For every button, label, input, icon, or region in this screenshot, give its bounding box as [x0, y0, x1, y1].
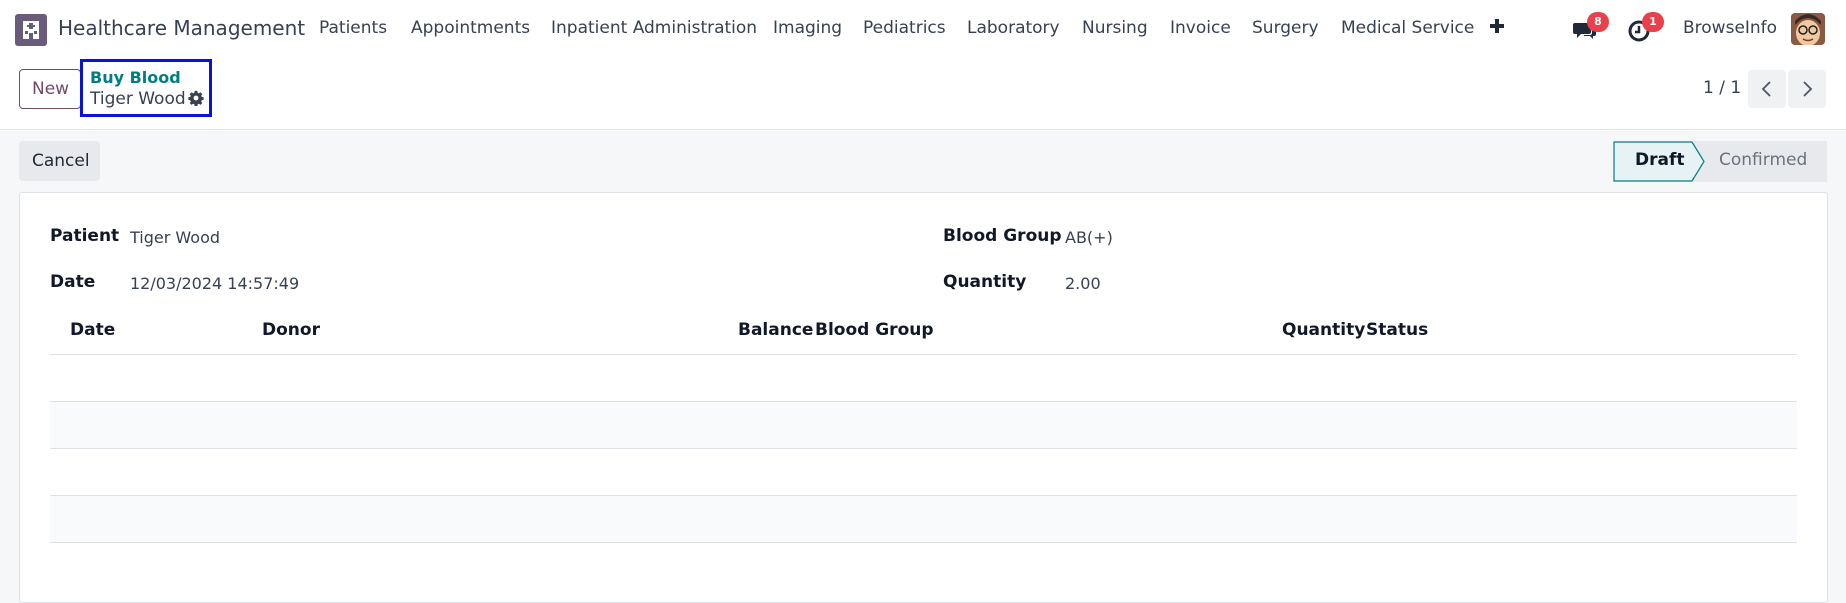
table-row[interactable]: [50, 449, 1797, 496]
messages-count-badge: 8: [1587, 12, 1609, 32]
menu-item-surgery[interactable]: Surgery: [1252, 18, 1319, 38]
menu-item-nursing[interactable]: Nursing: [1082, 18, 1148, 38]
menu-item-imaging[interactable]: Imaging: [773, 18, 842, 38]
date-label: Date: [50, 272, 96, 292]
status-confirmed[interactable]: Confirmed: [1719, 150, 1807, 170]
menu-item-pediatrics[interactable]: Pediatrics: [863, 18, 946, 38]
hospital-building-icon[interactable]: [15, 14, 47, 46]
quantity-field[interactable]: 2.00: [1065, 274, 1101, 293]
patient-field[interactable]: Tiger Wood: [130, 228, 220, 247]
pager-previous-button[interactable]: [1748, 70, 1786, 108]
menu-item-laboratory[interactable]: Laboratory: [967, 18, 1060, 38]
breadcrumb-parent-link[interactable]: Buy Blood: [90, 68, 181, 87]
status-bar: Draft Confirmed: [1613, 141, 1827, 182]
company-switcher[interactable]: BrowseInfo: [1683, 18, 1777, 38]
patient-label: Patient: [50, 226, 120, 246]
date-field[interactable]: 12/03/2024 14:57:49: [130, 274, 299, 293]
activities-count-badge: 1: [1642, 12, 1664, 32]
plus-icon[interactable]: [1488, 15, 1506, 37]
blood-group-field[interactable]: AB(+): [1065, 228, 1113, 247]
menu-item-patients[interactable]: Patients: [319, 18, 387, 38]
app-name[interactable]: Healthcare Management: [58, 16, 305, 40]
cancel-button[interactable]: Cancel: [19, 141, 100, 181]
table-row[interactable]: [50, 402, 1797, 449]
column-header-status[interactable]: Status: [1366, 320, 1428, 340]
menu-item-appointments[interactable]: Appointments: [411, 18, 530, 38]
pager-next-button[interactable]: [1788, 70, 1826, 108]
form-sheet: Patient Tiger Wood Date 12/03/2024 14:57…: [19, 192, 1828, 603]
pager-value[interactable]: 1 / 1: [1703, 78, 1741, 98]
column-header-balance[interactable]: Balance: [738, 320, 813, 340]
menu-item-invoice[interactable]: Invoice: [1170, 18, 1231, 38]
column-header-blood-group[interactable]: Blood Group: [815, 320, 934, 340]
column-header-quantity[interactable]: Quantity: [1282, 320, 1365, 340]
table-row[interactable]: [50, 355, 1797, 402]
column-header-date[interactable]: Date: [70, 320, 115, 340]
blood-group-label: Blood Group: [943, 226, 1062, 246]
status-draft[interactable]: Draft: [1635, 150, 1685, 170]
chevron-right-icon: [1803, 81, 1813, 97]
table-header: Date Donor Balance Blood Group Quantity …: [50, 313, 1797, 355]
breadcrumb: Buy Blood Tiger Wood: [80, 59, 212, 117]
control-panel: New Buy Blood Tiger Wood 1 / 1: [0, 58, 1846, 130]
table-row[interactable]: [50, 496, 1797, 543]
avatar[interactable]: [1791, 13, 1825, 45]
menu-item-inpatient-administration[interactable]: Inpatient Administration: [551, 18, 757, 38]
top-navbar: Healthcare Management Patients Appointme…: [0, 0, 1846, 58]
breadcrumb-current: Tiger Wood: [90, 89, 186, 109]
gear-icon[interactable]: [188, 90, 204, 106]
quantity-label: Quantity: [943, 272, 1027, 292]
column-header-donor[interactable]: Donor: [262, 320, 320, 340]
new-button[interactable]: New: [19, 69, 81, 109]
chevron-left-icon: [1761, 81, 1771, 97]
menu-item-medical-service[interactable]: Medical Service: [1341, 18, 1474, 38]
